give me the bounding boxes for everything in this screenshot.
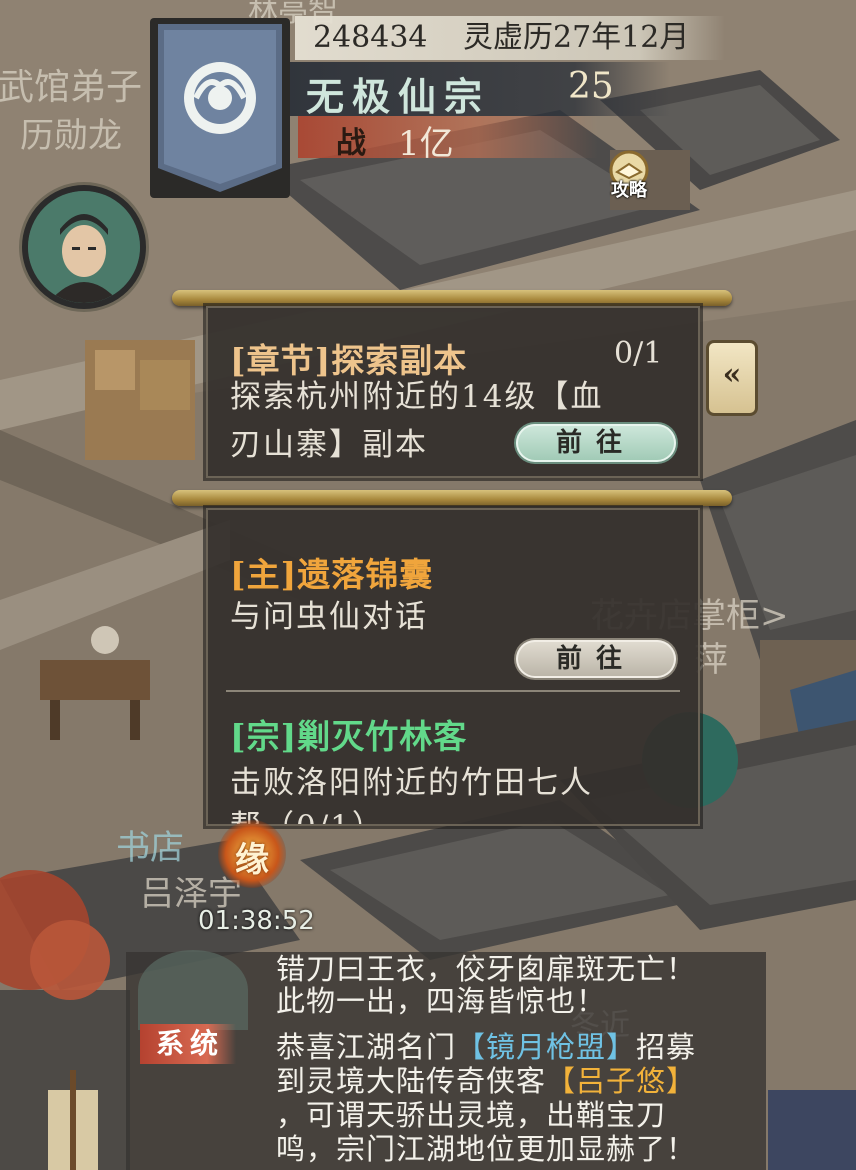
divider (226, 690, 680, 692)
sect-info-bar[interactable]: 无极仙宗 25 (290, 62, 670, 119)
quest-title: [主]遗落锦囊 (230, 555, 434, 594)
quest-card-chapter[interactable]: [章节]探索副本 0/1 探索杭州附近的14级【血 刃山寨】副本 前往 (206, 306, 700, 478)
chat-line: 此物一出，四海皆惊也！ (276, 984, 607, 1018)
guide-button[interactable]: 攻略 (600, 148, 658, 206)
npc-name-label: 历勋龙 (20, 116, 122, 156)
resource-bar: 248434 灵虚历27年12月 (295, 16, 725, 60)
system-tag: 系统 (140, 1024, 236, 1064)
chat-line: 鸣，宗门江湖地位更加显赫了！ (276, 1132, 697, 1166)
quest-item-sect[interactable]: [宗]剿灭竹林客 击败洛阳附近的竹田七人 帮（0/1） (208, 694, 698, 824)
npc-avatar[interactable] (22, 185, 146, 309)
collapse-quest-button[interactable]: « (706, 340, 758, 416)
quest-title: [宗]剿灭竹林客 (230, 717, 468, 756)
scroll-rod-top-2 (172, 490, 732, 506)
combat-power-label: 战 (336, 126, 366, 161)
guide-label: 攻略 (611, 180, 647, 201)
sect-emblem-banner[interactable] (150, 18, 290, 198)
event-countdown: 01:38:52 (198, 906, 315, 936)
go-button[interactable]: 前往 (516, 424, 676, 462)
combat-power-bar: 战 1亿 (298, 116, 598, 164)
sect-level: 25 (568, 66, 614, 107)
quest-desc-line: 刃山寨】副本 (230, 427, 428, 463)
npc-title-label: 武馆弟子 (0, 67, 143, 108)
bookshop-title-label[interactable]: 书店 (116, 820, 184, 869)
scroll-rod-top-1 (172, 290, 732, 306)
fate-event-button[interactable]: 缘 (218, 820, 286, 888)
combat-power-value: 1亿 (398, 124, 454, 164)
go-button[interactable]: 前往 (516, 640, 676, 678)
game-calendar: 灵虚历27年12月 (463, 20, 690, 55)
fate-label: 缘 (235, 840, 269, 880)
npc-face-icon (28, 191, 140, 303)
quest-desc-line: 探索杭州附近的14级【血 (230, 379, 604, 415)
copper-count: 248434 (313, 20, 428, 55)
quest-progress: 0/1 (614, 336, 663, 371)
quest-list-panel: [主]遗落锦囊 与问虫仙对话 前往 [宗]剿灭竹林客 击败洛阳附近的竹田七人 帮… (206, 508, 700, 826)
quest-item-main[interactable]: [主]遗落锦囊 与问虫仙对话 前往 (208, 510, 698, 690)
quest-desc-line: 击败洛阳附近的竹田七人 (230, 765, 593, 801)
quest-desc-line: 与问虫仙对话 (230, 599, 428, 635)
chat-avatar (138, 950, 248, 1030)
sect-name: 无极仙宗 (306, 74, 491, 119)
double-chevron-left-icon: « (722, 357, 742, 392)
